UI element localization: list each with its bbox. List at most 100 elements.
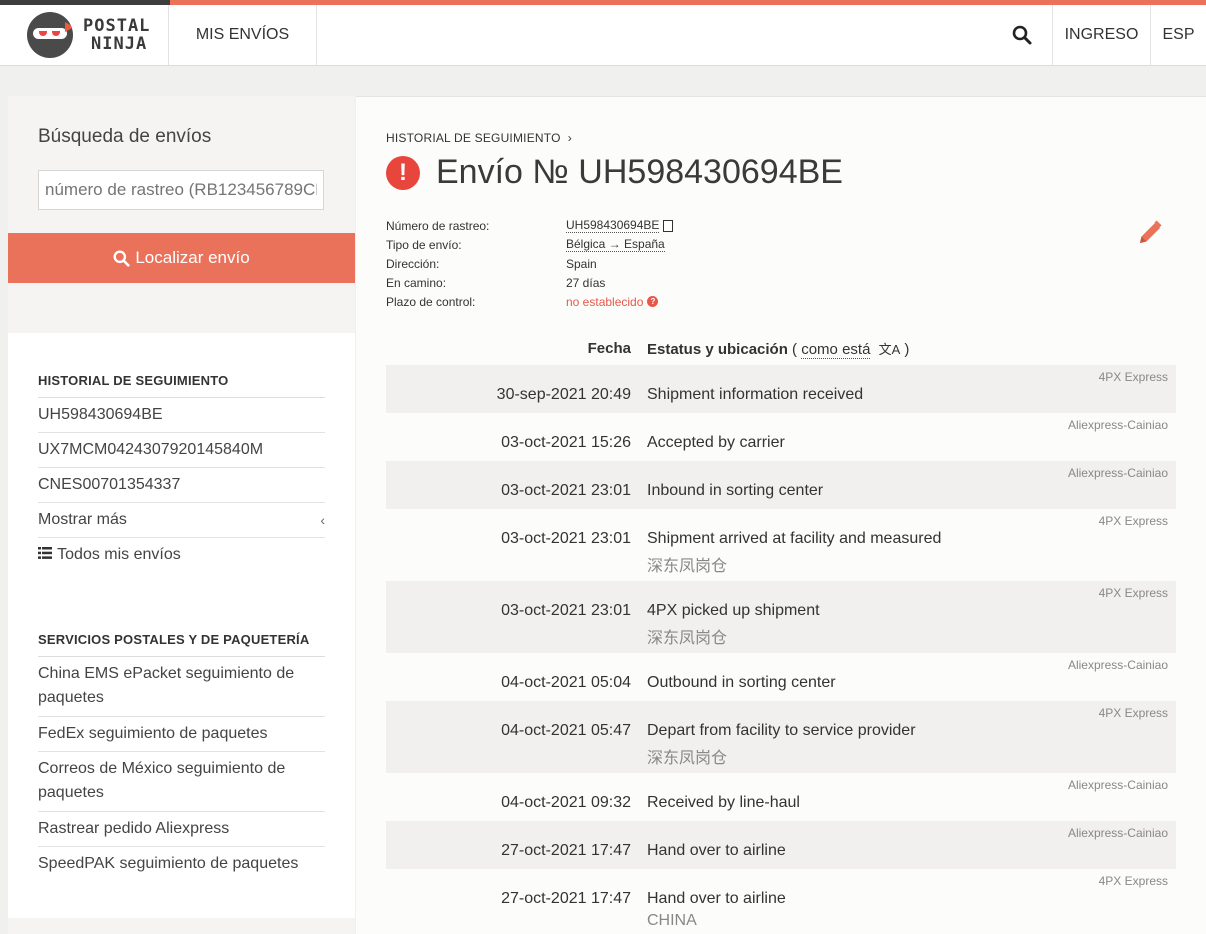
event-status: Outbound in sorting center xyxy=(647,674,836,691)
services-title: SERVICIOS POSTALES Y DE PAQUETERÍA xyxy=(38,572,325,657)
event-carrier: Aliexpress-Cainiao xyxy=(1067,466,1168,480)
table-row: 03-oct-2021 15:26 Accepted by carrier Alie… xyxy=(386,413,1176,461)
event-status: Hand over to airline xyxy=(647,890,786,907)
event-status-cell: Shipment information received xyxy=(647,365,863,413)
event-status-cell: Inbound in sorting center xyxy=(647,461,823,509)
history-item-label: UX7MCM0424307920145840M xyxy=(38,441,264,458)
history-item[interactable]: CNES00701354337 xyxy=(38,468,325,503)
column-status-label: Estatus y ubicación xyxy=(647,340,788,358)
event-status: Shipment information received xyxy=(647,386,864,403)
search-icon xyxy=(1012,25,1031,45)
event-date: 03-oct-2021 23:01 xyxy=(501,530,631,547)
table-row: 04-oct-2021 05:04 Outbound in sorting cen… xyxy=(386,653,1176,701)
detail-label: Número de rastreo: xyxy=(386,218,490,233)
logo[interactable]: POSTAL NINJA xyxy=(0,5,169,65)
how-is-it-link[interactable]: como está xyxy=(801,340,871,359)
event-date: 30-sep-2021 20:49 xyxy=(496,386,631,403)
history-title: HISTORIAL DE SEGUIMIENTO xyxy=(38,333,325,398)
event-carrier: Aliexpress-Cainiao xyxy=(1067,658,1168,672)
event-status-cell: Shipment arrived at facility and measure… xyxy=(647,509,941,581)
locate-shipment-label: Localizar envío xyxy=(135,248,250,267)
language-selector[interactable]: ESP xyxy=(1151,5,1206,65)
shipment-type-value[interactable]: Bélgica → España xyxy=(566,237,665,252)
tracking-number-input[interactable] xyxy=(38,170,324,210)
event-status-cell: Accepted by carrier xyxy=(647,413,785,461)
ninja-logo-icon xyxy=(27,12,73,58)
history-item-label: UH598430694BE xyxy=(38,406,163,423)
table-row: 03-oct-2021 23:01 Inbound in sorting cent… xyxy=(386,461,1176,509)
event-date: 04-oct-2021 09:32 xyxy=(501,794,631,811)
service-link[interactable]: FedEx seguimiento de paquetes xyxy=(38,717,325,752)
logo-text: POSTAL NINJA xyxy=(83,17,150,53)
tracking-number-value[interactable]: UH598430694BE xyxy=(566,218,660,233)
search-button[interactable] xyxy=(991,5,1053,65)
table-row: 03-oct-2021 23:01 4PX picked up shipment 深… xyxy=(386,581,1176,653)
all-shipments-link[interactable]: Todos mis envíos xyxy=(38,538,325,572)
show-more-label: Mostrar más xyxy=(38,511,127,528)
event-carrier: 4PX Express xyxy=(1098,706,1168,720)
event-carrier: 4PX Express xyxy=(1098,874,1168,888)
event-date: 27-oct-2021 17:47 xyxy=(501,890,631,907)
locate-shipment-button[interactable]: Localizar envío xyxy=(8,233,355,283)
sidebar-divider xyxy=(8,283,355,333)
event-status: Depart from facility to service provider xyxy=(647,722,916,739)
deadline-value[interactable]: no establecido xyxy=(566,295,643,309)
event-date: 03-oct-2021 15:26 xyxy=(501,434,631,451)
table-row: 27-oct-2021 17:47 Hand over to airline Ali… xyxy=(386,821,1176,869)
detail-row-type: Tipo de envío: Bélgica → España xyxy=(386,235,673,254)
events-body: 30-sep-2021 20:49 Shipment information re… xyxy=(386,365,1176,934)
event-location: CHINA xyxy=(647,912,697,929)
transit-value: 27 días xyxy=(566,275,606,290)
site-header: POSTAL NINJA MIS ENVÍOS INGRESO ESP xyxy=(0,5,1206,66)
pencil-icon[interactable] xyxy=(1136,219,1164,247)
event-status: Shipment arrived at facility and measure… xyxy=(647,530,942,547)
search-icon xyxy=(113,250,130,267)
event-status: Accepted by carrier xyxy=(647,434,785,451)
service-link[interactable]: Rastrear pedido Aliexpress xyxy=(38,812,325,847)
direction-value: Spain xyxy=(566,256,597,271)
copy-icon[interactable] xyxy=(663,219,674,232)
event-date: 04-oct-2021 05:47 xyxy=(501,722,631,739)
history-item[interactable]: UH598430694BE xyxy=(38,398,325,433)
event-status-cell: Depart from facility to service provider… xyxy=(647,701,916,773)
event-carrier: Aliexpress-Cainiao xyxy=(1067,778,1168,792)
login-button[interactable]: INGRESO xyxy=(1053,5,1151,65)
shipment-details: Número de rastreo: UH598430694BE Tipo de… xyxy=(386,216,674,311)
event-date: 03-oct-2021 23:01 xyxy=(501,602,631,619)
main-content: HISTORIAL DE SEGUIMIENTO › ! Envío № UH5… xyxy=(356,96,1206,934)
alert-icon: ! xyxy=(386,155,420,190)
history-box: HISTORIAL DE SEGUIMIENTO UH598430694BE U… xyxy=(8,333,355,881)
page-title: Envío № UH598430694BE xyxy=(436,153,843,191)
service-link[interactable]: SpeedPAK seguimiento de paquetes xyxy=(38,847,325,881)
page-title-row: ! Envío № UH598430694BE xyxy=(386,153,843,192)
service-link[interactable]: Correos de México seguimiento de paquete… xyxy=(38,752,325,812)
breadcrumb-label: HISTORIAL DE SEGUIMIENTO xyxy=(386,131,561,145)
detail-row-deadline: Plazo de control: no establecido ? xyxy=(386,292,673,311)
event-status: Inbound in sorting center xyxy=(647,482,824,499)
help-icon[interactable]: ? xyxy=(647,296,659,307)
detail-label: En camino: xyxy=(386,275,447,290)
event-location: 深东凤岗仓 xyxy=(647,558,728,575)
table-row: 04-oct-2021 09:32 Received by line-haul Al… xyxy=(386,773,1176,821)
nav-my-shipments[interactable]: MIS ENVÍOS xyxy=(169,5,317,65)
search-panel: Búsqueda de envíos xyxy=(8,96,355,233)
table-row: 27-oct-2021 17:47 Hand over to airline CHI… xyxy=(386,869,1176,934)
detail-row-transit: En camino: 27 días xyxy=(386,273,673,292)
translate-icon[interactable]: 文A xyxy=(879,342,901,357)
service-link[interactable]: China EMS ePacket seguimiento de paquete… xyxy=(38,657,325,717)
event-location: 深东凤岗仓 xyxy=(647,750,728,767)
detail-label: Dirección: xyxy=(386,256,440,271)
chevron-left-icon: ‹ xyxy=(320,512,325,528)
history-item[interactable]: UX7MCM0424307920145840M xyxy=(38,433,325,468)
table-row: 04-oct-2021 05:47 Depart from facility to… xyxy=(386,701,1176,773)
detail-label: Tipo de envío: xyxy=(386,237,462,252)
tracking-events-table: Fecha Estatus y ubicación ( como está 文A… xyxy=(386,331,1176,934)
column-date: Fecha xyxy=(587,339,631,357)
detail-row-direction: Dirección: Spain xyxy=(386,254,673,273)
show-more-toggle[interactable]: Mostrar más ‹ xyxy=(38,503,325,538)
event-carrier: Aliexpress-Cainiao xyxy=(1067,418,1168,432)
breadcrumb[interactable]: HISTORIAL DE SEGUIMIENTO › xyxy=(386,131,572,145)
table-header: Fecha Estatus y ubicación ( como está 文A… xyxy=(386,331,1176,365)
column-status: Estatus y ubicación ( como está 文A ) xyxy=(647,340,910,359)
event-carrier: 4PX Express xyxy=(1098,370,1168,384)
